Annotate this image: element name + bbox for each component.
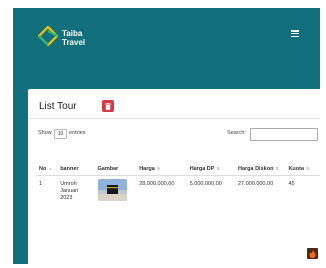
cell-gambar [95,176,137,203]
column-header-banner[interactable]: banner [57,148,95,176]
table-row: 1 Umroh Januari 2023 28.000.000,00 5.000… [36,176,320,203]
brand-line-2: Travel [62,38,86,47]
column-header-harga-dp[interactable]: Harga DP ⇅ [186,148,235,176]
show-label: Show [38,130,52,136]
tour-thumbnail-image [97,179,127,201]
brand-name: Taiba Travel [62,29,102,47]
column-header-harga-diskon[interactable]: Harga Diskon ⇅ [234,148,286,176]
delete-button[interactable] [102,100,114,112]
cell-banner: Umroh Januari 2023 [60,181,79,201]
entries-select[interactable]: 10 [54,129,67,139]
column-header-gambar[interactable]: Gambar [94,148,137,176]
column-header-no[interactable]: No ▲ [36,148,58,176]
page-title: List Tour [39,101,77,112]
fire-icon[interactable] [307,248,318,259]
list-tour-card: List Tour Show 10 entries Search: No ▲ ba… [28,89,320,264]
trash-icon [105,102,111,110]
brand-line-1: Taiba [62,29,83,38]
cell-no: 1 [39,181,43,187]
entries-label: entries [69,130,86,136]
card-divider [28,118,320,119]
app-frame: Taiba Travel List Tour Show 10 entries S… [13,8,320,264]
tour-table: No ▲ banner Gambar Harga ⇅ Harga DP ⇅ Harga… [36,148,320,202]
cell-harga: 28.000.000,00 [139,181,175,187]
column-header-harga[interactable]: Harga ⇅ [136,148,187,176]
hamburger-icon[interactable] [291,30,299,37]
table-header-row: No ▲ banner Gambar Harga ⇅ Harga DP ⇅ Harga… [36,148,320,176]
search-label: Search: [227,130,246,136]
cell-harga-diskon: 27.000.000,00 [237,181,274,187]
search-input[interactable] [250,128,318,141]
logo-icon [38,26,58,47]
cell-harga-dp: 5.000.000,00 [189,181,222,187]
column-header-kuota[interactable]: Kuota ⇅ [285,148,320,176]
cell-kuota: 45 [288,181,295,187]
